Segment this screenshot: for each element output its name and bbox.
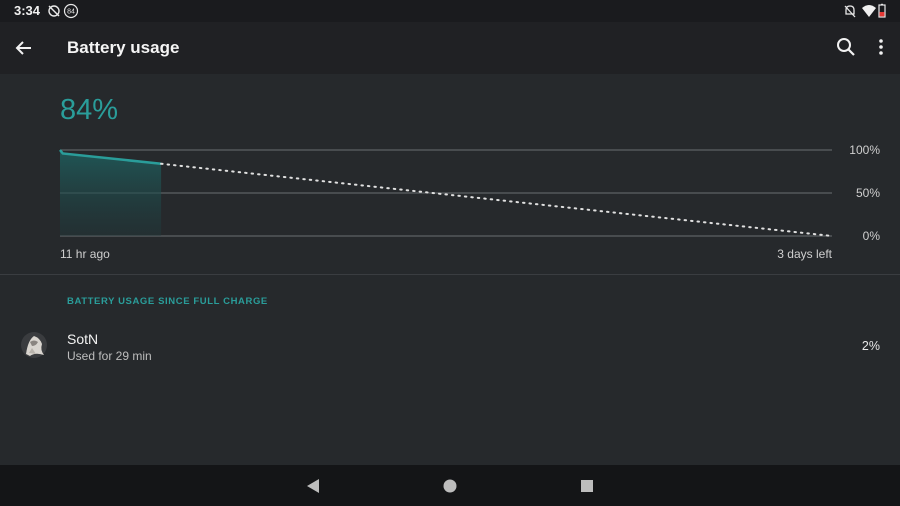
- home-circle-icon[interactable]: [441, 477, 459, 495]
- y-tick-label: 100%: [849, 143, 880, 157]
- chart-projection-line: [160, 162, 833, 237]
- y-tick-label: 50%: [856, 186, 880, 200]
- x-label-start: 11 hr ago: [60, 247, 110, 261]
- app-icon: [21, 332, 47, 358]
- battery-chart: 100% 50% 0% 11 hr ago 3 days left: [59, 143, 881, 261]
- battery-percent-label: 84%: [60, 94, 119, 126]
- x-label-end: 3 days left: [777, 247, 832, 261]
- battery-low-icon: [878, 3, 886, 18]
- app-bar: Battery usage: [0, 22, 900, 74]
- divider: [0, 274, 900, 275]
- badge-84-icon: 84: [63, 3, 79, 19]
- section-header: BATTERY USAGE SINCE FULL CHARGE: [67, 296, 268, 307]
- app-name: SotN: [67, 331, 99, 347]
- content-area: 84% 100% 50% 0% 11 hr ago 3 days left BATTER…: [0, 74, 900, 465]
- y-tick-label: 0%: [863, 229, 881, 243]
- arrow-back-icon[interactable]: [10, 34, 38, 62]
- badge-84-text: 84: [67, 9, 75, 16]
- app-usage-percent: 2%: [861, 339, 880, 353]
- overview-square-icon[interactable]: [578, 477, 596, 495]
- search-icon[interactable]: [833, 34, 859, 60]
- navigation-bar: [0, 465, 900, 506]
- more-vert-icon[interactable]: [870, 34, 890, 60]
- status-bar: 3:34 84: [0, 0, 900, 22]
- status-time: 3:34: [14, 3, 41, 18]
- notifications-off-icon: [844, 5, 856, 18]
- wifi-icon: [862, 5, 876, 17]
- page-title: Battery usage: [67, 38, 180, 57]
- back-triangle-icon[interactable]: [304, 477, 322, 495]
- usage-list-item[interactable]: SotN Used for 29 min 2%: [0, 317, 900, 375]
- app-usage-detail: Used for 29 min: [67, 349, 152, 363]
- sync-off-icon: [48, 5, 60, 17]
